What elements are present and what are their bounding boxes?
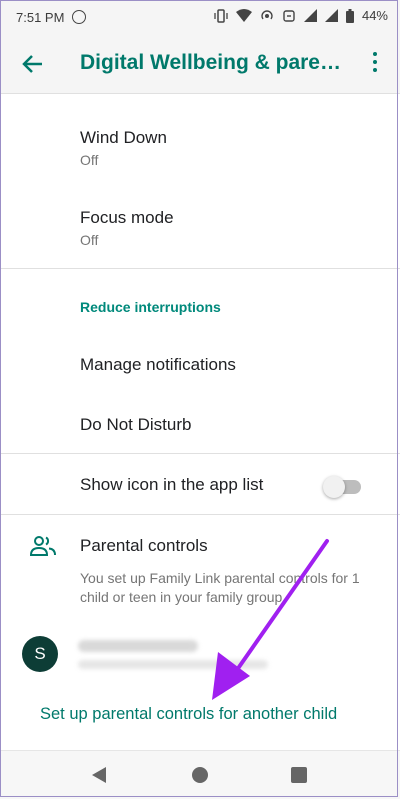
parental-controls-title[interactable]: Parental controls <box>80 536 208 556</box>
show-icon-item[interactable]: Show icon in the app list <box>80 475 263 495</box>
hotspot-icon <box>261 9 273 19</box>
section-header-reduce-interruptions: Reduce interruptions <box>80 299 221 315</box>
whatsapp-icon <box>72 10 87 24</box>
parental-controls-description: You set up Family Link parental controls… <box>80 570 360 605</box>
arrow-back-icon[interactable] <box>20 51 46 77</box>
wind-down-title[interactable]: Wind Down <box>80 128 167 148</box>
focus-mode-status: Off <box>80 232 99 248</box>
recents-square-icon[interactable] <box>291 767 307 783</box>
battery-icon <box>345 8 354 23</box>
people-icon <box>30 536 56 556</box>
more-vert-icon[interactable] <box>370 52 380 76</box>
signal-icon <box>303 9 317 22</box>
do-not-disturb-item[interactable]: Do Not Disturb <box>80 415 191 435</box>
divider <box>0 268 400 269</box>
blurred-child-email <box>78 660 268 669</box>
vibrate-icon <box>214 8 228 23</box>
manage-notifications-item[interactable]: Manage notifications <box>80 355 236 375</box>
focus-mode-title[interactable]: Focus mode <box>80 208 174 228</box>
signal-icon <box>324 9 338 22</box>
page-title: Digital Wellbeing & parental controls <box>80 51 342 74</box>
app-bar: Digital Wellbeing & parental controls <box>0 34 400 94</box>
divider <box>0 453 400 454</box>
status-time: 7:51 PM <box>16 9 65 25</box>
data-saver-icon <box>283 9 295 22</box>
divider <box>0 514 400 515</box>
wifi-icon <box>235 8 252 22</box>
wind-down-status: Off <box>80 152 99 168</box>
show-icon-toggle[interactable] <box>323 476 345 498</box>
home-circle-icon[interactable] <box>192 767 208 783</box>
status-bar: 7:51 PM 44% <box>0 0 400 34</box>
back-triangle-icon[interactable] <box>92 767 106 783</box>
screenshot-border <box>0 0 398 797</box>
annotation-arrow <box>212 539 329 700</box>
battery-percent: 44% <box>361 8 388 23</box>
blurred-child-name <box>78 640 198 652</box>
setup-another-child-link[interactable]: Set up parental controls for another chi… <box>40 705 337 724</box>
child-avatar[interactable]: S <box>22 636 58 672</box>
system-nav-bar <box>0 750 400 799</box>
